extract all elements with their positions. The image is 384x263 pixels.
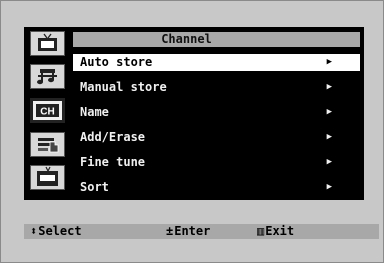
up-down-icon: ⬍: [30, 224, 38, 238]
menu-title: Channel: [73, 32, 360, 47]
sidebar: CH: [28, 31, 71, 199]
select-hint-label: Select: [38, 224, 82, 238]
plus-minus-icon: ±: [166, 224, 174, 238]
menu-item-label: Fine tune: [80, 155, 146, 169]
enter-hint-label: Enter: [174, 224, 211, 238]
arrow-right-icon: ▶: [326, 82, 332, 92]
exit-hint: ▥Exit: [257, 224, 294, 239]
arrow-right-icon: ▶: [326, 57, 332, 67]
osd-screen: CH Channel Auto store ▶ Manual store ▶ N…: [0, 0, 384, 263]
menu-item-fine-tune[interactable]: Fine tune ▶: [73, 154, 360, 171]
picture-tv-icon[interactable]: [30, 31, 65, 56]
channel-icon[interactable]: CH: [30, 98, 65, 123]
menu-item-label: Name: [80, 105, 109, 119]
arrow-right-icon: ▶: [326, 157, 332, 167]
menu-item-label: Sort: [80, 180, 109, 194]
menu-item-manual-store[interactable]: Manual store ▶: [73, 79, 360, 96]
input-tv-icon[interactable]: [30, 165, 65, 190]
arrow-right-icon: ▶: [326, 107, 332, 117]
menu-icon: ▥: [257, 224, 265, 238]
sound-icon[interactable]: [30, 64, 65, 89]
channel-icon-text: CH: [40, 107, 54, 118]
menu-item-label: Add/Erase: [80, 130, 146, 144]
menu-item-label: Manual store: [80, 80, 167, 94]
menu-item-label: Auto store: [80, 55, 153, 69]
exit-hint-label: Exit: [265, 224, 295, 238]
enter-hint: ±Enter: [166, 224, 210, 239]
arrow-right-icon: ▶: [326, 132, 332, 142]
setup-icon[interactable]: [30, 132, 65, 157]
menu-item-name[interactable]: Name ▶: [73, 104, 360, 121]
arrow-right-icon: ▶: [326, 182, 332, 192]
menu-item-auto-store[interactable]: Auto store ▶: [73, 54, 360, 71]
select-hint: ⬍Select: [30, 224, 82, 239]
menu-item-sort[interactable]: Sort ▶: [73, 179, 360, 196]
channel-menu: Channel Auto store ▶ Manual store ▶ Name…: [73, 32, 360, 204]
menu-item-add-erase[interactable]: Add/Erase ▶: [73, 129, 360, 146]
footer-hints: ⬍Select ±Enter ▥Exit: [24, 224, 379, 239]
